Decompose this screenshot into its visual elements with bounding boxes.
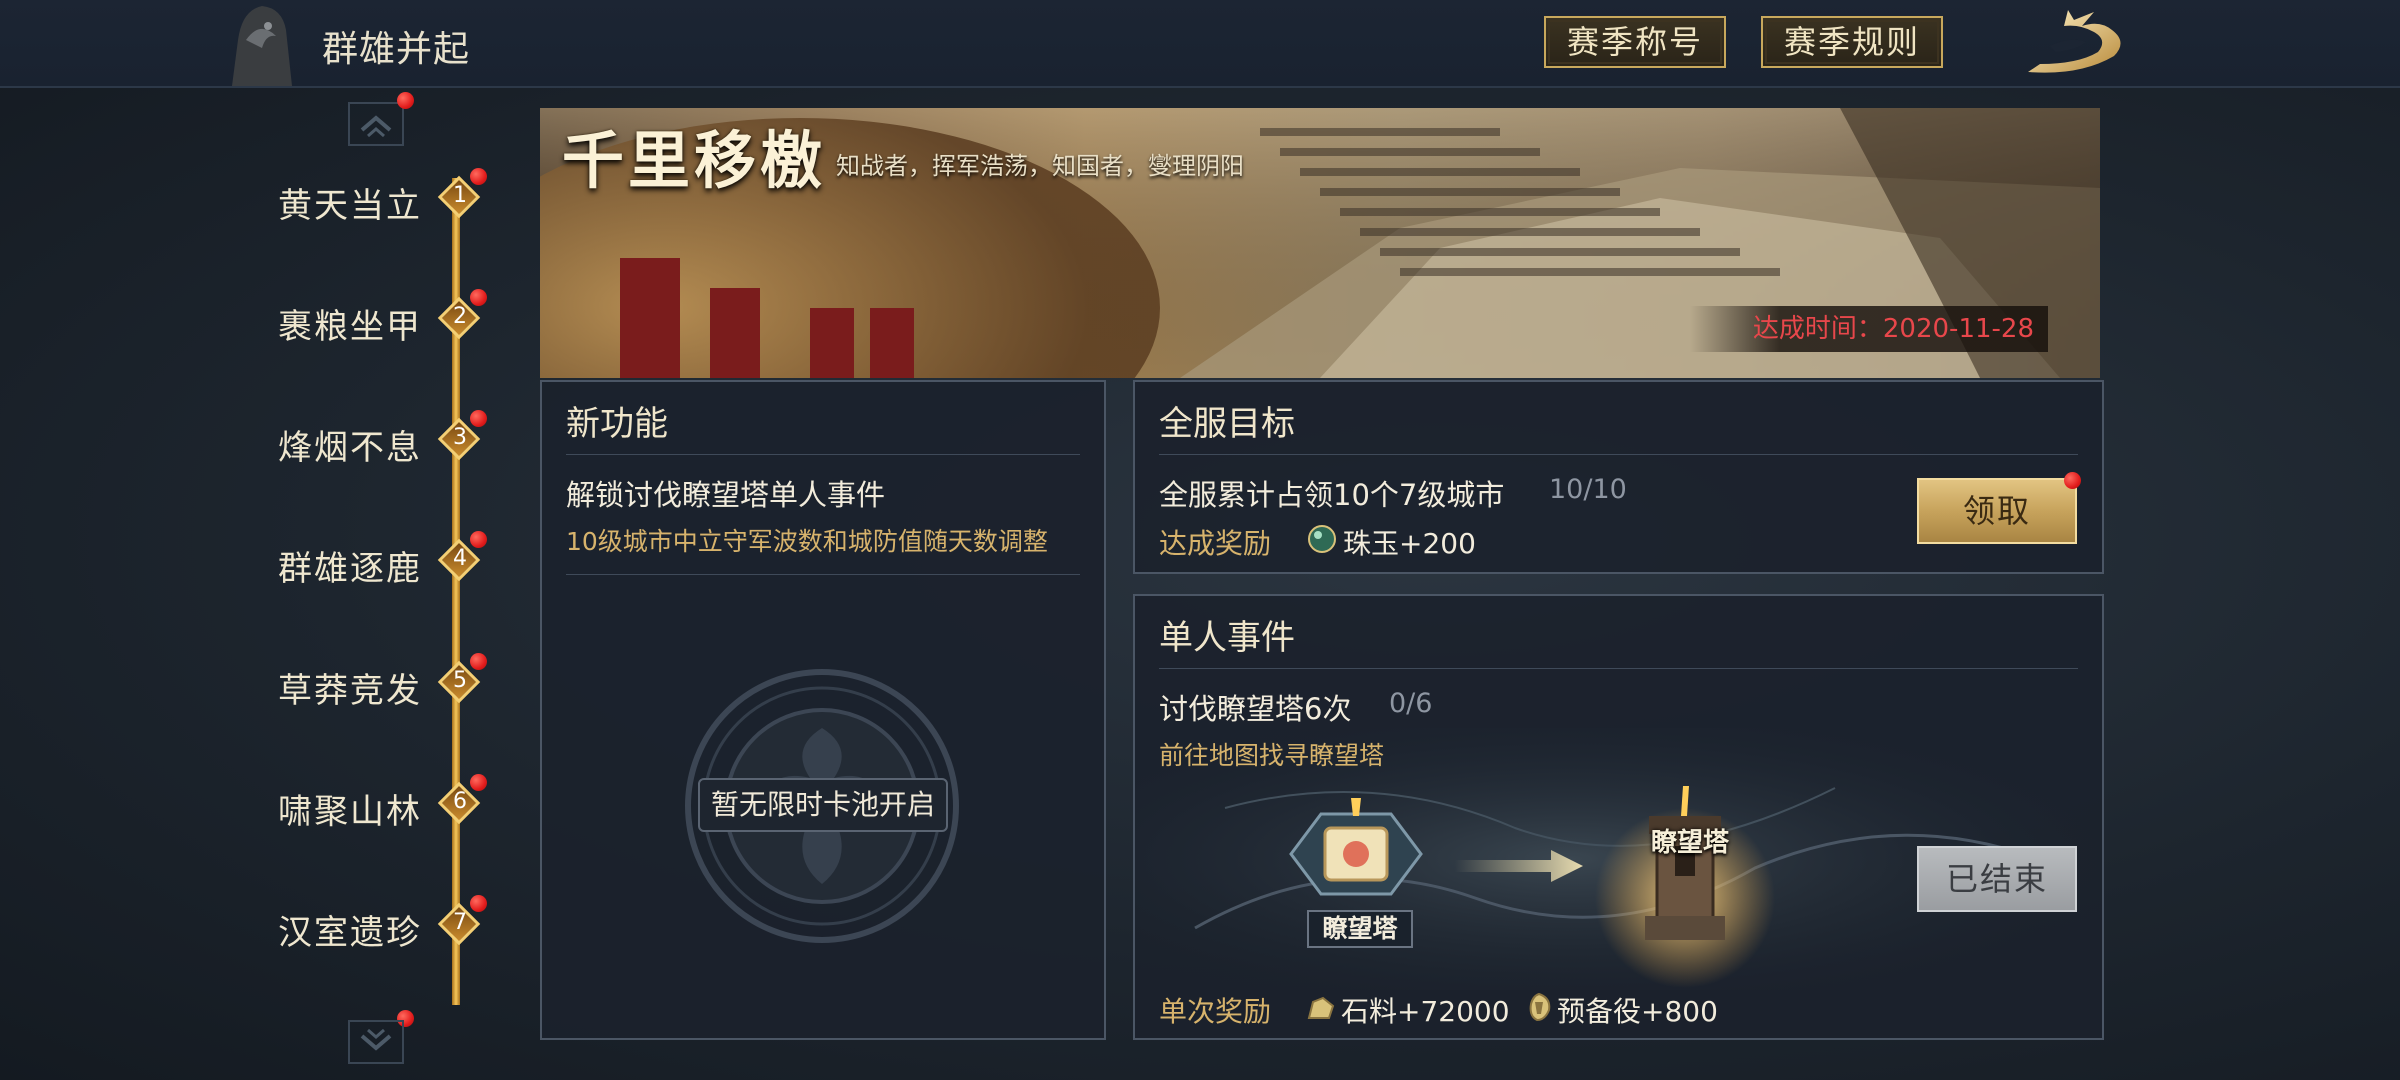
goal-description: 全服累计占领10个7级城市 (1159, 478, 1505, 512)
divider (566, 574, 1080, 575)
dragon-statue-icon (232, 6, 292, 86)
stage-label: 啸聚山林 (278, 792, 422, 832)
task-progress: 0/6 (1389, 688, 1433, 719)
task-description: 讨伐瞭望塔6次 (1159, 692, 1352, 726)
season-rules-button[interactable]: 赛季规则 (1761, 16, 1943, 68)
tower-label: 瞭望塔 (1651, 828, 1730, 858)
stage-label: 草莽竞发 (278, 671, 422, 711)
stage-label: 裹粮坐甲 (278, 307, 422, 347)
timeline-stage-6[interactable]: 啸聚山林 6 (240, 774, 500, 836)
stage-node: 3 (437, 410, 487, 462)
stage-node: 4 (437, 531, 487, 583)
stage-node: 6 (437, 774, 487, 826)
feature-line: 解锁讨伐瞭望塔单人事件 (566, 478, 886, 512)
divider (1159, 668, 2078, 669)
watchtower-icon (1645, 786, 1725, 940)
scroll-down-icon[interactable] (348, 1020, 404, 1064)
achieved-time: 达成时间：2020-11-28 (1690, 306, 2048, 352)
goal-progress: 10/10 (1549, 474, 1627, 505)
banner-subtitle: 知战者，挥军浩荡，知国者，燮理阴阳 (836, 152, 1244, 180)
notification-dot (2064, 472, 2081, 489)
server-goal-panel: 全服目标 全服累计占领10个7级城市 10/10 达成奖励 珠玉+200 领取 (1133, 380, 2104, 574)
page-title: 群雄并起 (322, 29, 471, 70)
divider (566, 454, 1080, 455)
divider (1159, 454, 2078, 455)
stage-label: 汉室遗珍 (278, 913, 422, 953)
panel-title: 单人事件 (1159, 618, 1295, 658)
reward-value: 珠玉+200 (1343, 527, 1476, 560)
reserve-troops-icon (1529, 992, 1551, 1022)
timeline-stage-2[interactable]: 裹粮坐甲 2 (240, 289, 500, 351)
claim-button[interactable]: 领取 (1917, 472, 2081, 544)
stage-node: 5 (437, 653, 487, 705)
panel-title: 新功能 (566, 404, 668, 444)
stage-label: 烽烟不息 (278, 428, 422, 468)
notification-dot (470, 531, 487, 548)
tower-label: 瞭望塔 (1307, 910, 1413, 948)
stage-node: 1 (437, 168, 487, 220)
map-scroll-icon (1289, 798, 1423, 896)
notification-dot (470, 774, 487, 791)
timeline-stage-3[interactable]: 烽烟不息 3 (240, 410, 500, 472)
notification-dot (470, 410, 487, 427)
empty-pool-label: 暂无限时卡池开启 (698, 778, 948, 832)
stage-label: 黄天当立 (278, 186, 422, 226)
banner-title: 千里移檄 (562, 124, 827, 197)
ended-button[interactable]: 已结束 (1917, 846, 2077, 912)
stage-node: 2 (437, 289, 487, 341)
top-bar: 群雄并起 赛季称号 赛季规则 (0, 0, 2400, 88)
dragon-logo-icon[interactable] (2020, 6, 2126, 78)
season-title-button[interactable]: 赛季称号 (1544, 16, 1726, 68)
panel-title: 全服目标 (1159, 404, 1295, 444)
stone-reward: 石料+72000 (1341, 995, 1510, 1028)
notification-dot (397, 92, 414, 109)
new-feature-panel: 新功能 解锁讨伐瞭望塔单人事件 10级城市中立守军波数和城防值随天数调整 暂无限… (540, 380, 1106, 1040)
timeline-stage-5[interactable]: 草莽竞发 5 (240, 653, 500, 715)
reward-label: 达成奖励 (1159, 527, 1272, 560)
scroll-up-icon[interactable] (348, 102, 404, 146)
stage-node: 7 (437, 895, 487, 947)
task-hint: 前往地图找寻瞭望塔 (1159, 741, 1385, 770)
notification-dot (470, 289, 487, 306)
reward-label: 单次奖励 (1159, 995, 1272, 1028)
reserve-reward: 预备役+800 (1557, 995, 1718, 1028)
timeline-stage-4[interactable]: 群雄逐鹿 4 (240, 531, 500, 593)
arrow-right-icon (1455, 850, 1583, 882)
notification-dot (470, 895, 487, 912)
timeline-stage-1[interactable]: 黄天当立 1 (240, 168, 500, 230)
jade-icon (1308, 525, 1336, 553)
notification-dot (470, 168, 487, 185)
notification-dot (470, 653, 487, 670)
stone-icon (1307, 996, 1335, 1019)
timeline-stage-7[interactable]: 汉室遗珍 7 (240, 895, 500, 957)
solo-event-panel: 单人事件 讨伐瞭望塔6次 0/6 前往地图找寻瞭望塔 瞭望塔 瞭望塔 已结束 单… (1133, 594, 2104, 1040)
stage-label: 群雄逐鹿 (278, 549, 422, 589)
feature-line: 10级城市中立守军波数和城防值随天数调整 (566, 527, 1048, 556)
